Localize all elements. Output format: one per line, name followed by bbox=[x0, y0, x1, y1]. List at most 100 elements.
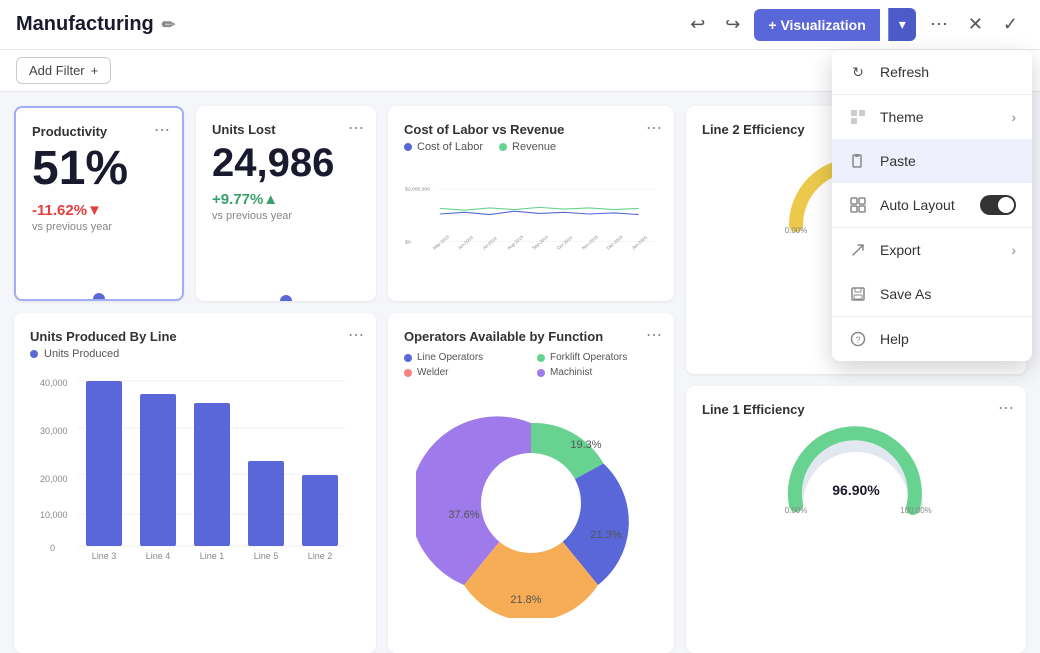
productivity-title: Productivity bbox=[32, 124, 166, 139]
bar-line4 bbox=[140, 394, 176, 546]
legend-line-operators: Line Operators bbox=[404, 352, 525, 363]
svg-text:Jan-2020: Jan-2020 bbox=[631, 235, 649, 251]
svg-text:100.00%: 100.00% bbox=[900, 506, 932, 515]
svg-text:Line 2: Line 2 bbox=[308, 551, 333, 561]
line2-gauge-svg: 49.05% 0.00% 100.00% bbox=[776, 145, 936, 235]
filter-bar: Add Filter + bbox=[0, 50, 1040, 92]
line2-efficiency-card: Line 2 Efficiency ⋯ 49.05% 0.00% 100.00% bbox=[686, 106, 1026, 374]
dashboard: Productivity ⋯ 51% -11.62%▼ vs previous … bbox=[0, 92, 1040, 644]
bar-line2 bbox=[302, 475, 338, 546]
visualization-button[interactable]: + Visualization bbox=[754, 9, 879, 41]
line1-gauge-svg: 96.90% 0.00% 100.00% bbox=[776, 425, 936, 515]
operators-title: Operators Available by Function bbox=[404, 329, 658, 344]
edit-icon[interactable]: ✏ bbox=[162, 15, 175, 35]
line1-efficiency-menu[interactable]: ⋯ bbox=[998, 398, 1014, 418]
header: Manufacturing ✏ ↩ ↪ + Visualization ▾ ⋯ … bbox=[0, 0, 1040, 50]
svg-text:May-2019: May-2019 bbox=[432, 234, 451, 251]
legend-label-revenue: Revenue bbox=[512, 141, 556, 153]
svg-text:Oct-2019: Oct-2019 bbox=[556, 235, 574, 251]
legend-welder-label: Welder bbox=[417, 367, 449, 378]
legend-dot-welder bbox=[404, 369, 412, 377]
svg-text:40,000: 40,000 bbox=[40, 378, 68, 388]
units-produced-card: Units Produced By Line ⋯ Units Produced … bbox=[14, 313, 376, 653]
line1-gauge: 96.90% 0.00% 100.00% bbox=[702, 425, 1010, 515]
units-lost-vs-label: vs previous year bbox=[212, 210, 360, 222]
cost-legend: Cost of Labor Revenue bbox=[404, 141, 658, 153]
svg-text:96.90%: 96.90% bbox=[832, 482, 880, 498]
cost-of-labor-card: Cost of Labor vs Revenue ⋯ Cost of Labor… bbox=[388, 106, 674, 301]
operators-menu[interactable]: ⋯ bbox=[646, 325, 662, 345]
productivity-vs-label: vs previous year bbox=[32, 221, 166, 233]
legend-machinist-label: Machinist bbox=[550, 367, 592, 378]
add-filter-label: Add Filter bbox=[29, 63, 85, 78]
units-lost-value: 24,986 bbox=[212, 141, 360, 185]
line2-gauge: 49.05% 0.00% 100.00% bbox=[702, 145, 1010, 235]
svg-text:Line 1: Line 1 bbox=[200, 551, 225, 561]
svg-text:30,000: 30,000 bbox=[40, 426, 68, 436]
bar-line5 bbox=[248, 461, 284, 546]
undo-button[interactable]: ↩ bbox=[684, 8, 711, 41]
svg-text:Aug-2019: Aug-2019 bbox=[506, 234, 524, 250]
line2-efficiency-menu[interactable]: ⋯ bbox=[998, 118, 1014, 138]
line1-efficiency-card: Line 1 Efficiency ⋯ 96.90% 0.00% 100.00% bbox=[686, 386, 1026, 653]
legend-welder: Welder bbox=[404, 367, 525, 378]
drag-handle-bottom[interactable] bbox=[93, 293, 105, 301]
svg-text:49.05%: 49.05% bbox=[832, 202, 880, 218]
legend-machinist: Machinist bbox=[537, 367, 658, 378]
more-button[interactable]: ⋯ bbox=[924, 8, 954, 41]
legend-line-op-label: Line Operators bbox=[417, 352, 483, 363]
svg-text:$0: $0 bbox=[405, 239, 411, 245]
svg-text:20,000: 20,000 bbox=[40, 474, 68, 484]
legend-dot-cost bbox=[404, 143, 412, 151]
cost-of-labor-title: Cost of Labor vs Revenue bbox=[404, 122, 658, 137]
svg-text:Jun-2019: Jun-2019 bbox=[457, 235, 475, 251]
efficiency-container: Line 2 Efficiency ⋯ 49.05% 0.00% 100.00%… bbox=[686, 106, 1026, 653]
close-button[interactable]: ✕ bbox=[962, 8, 989, 41]
legend-cost: Cost of Labor bbox=[404, 141, 483, 153]
add-filter-icon: + bbox=[91, 63, 99, 78]
svg-text:10,000: 10,000 bbox=[40, 510, 68, 520]
units-produced-title: Units Produced By Line bbox=[30, 329, 360, 344]
add-filter-button[interactable]: Add Filter + bbox=[16, 57, 111, 84]
productivity-card: Productivity ⋯ 51% -11.62%▼ vs previous … bbox=[14, 106, 184, 301]
svg-text:100.00%: 100.00% bbox=[900, 226, 932, 235]
units-produced-menu[interactable]: ⋯ bbox=[348, 325, 364, 345]
svg-text:21.8%: 21.8% bbox=[510, 594, 541, 606]
header-actions: ↩ ↪ + Visualization ▾ ⋯ ✕ ✓ bbox=[684, 8, 1024, 41]
donut-hole bbox=[481, 453, 581, 553]
line2-efficiency-title: Line 2 Efficiency bbox=[702, 122, 1010, 137]
bar-line3 bbox=[86, 381, 122, 546]
title-text: Manufacturing bbox=[16, 13, 154, 36]
svg-text:0: 0 bbox=[50, 543, 55, 553]
units-lost-title: Units Lost bbox=[212, 122, 360, 137]
line1-efficiency-title: Line 1 Efficiency bbox=[702, 402, 1010, 417]
legend-forklift-label: Forklift Operators bbox=[550, 352, 627, 363]
legend-dot-machinist bbox=[537, 369, 545, 377]
legend-label-cost: Cost of Labor bbox=[417, 141, 483, 153]
svg-text:Line 3: Line 3 bbox=[92, 551, 117, 561]
cost-of-labor-chart: $2,000,000 $0 May-2019 Jun-2019 Jul-2019… bbox=[404, 159, 658, 269]
check-button[interactable]: ✓ bbox=[997, 8, 1024, 41]
svg-text:Nov-2019: Nov-2019 bbox=[581, 234, 599, 250]
operators-donut-chart: 19.3% 21.3% 21.8% 37.6% bbox=[416, 388, 646, 618]
svg-text:37.6%: 37.6% bbox=[448, 509, 479, 521]
units-lost-drag-handle[interactable] bbox=[280, 295, 292, 301]
units-lost-menu[interactable]: ⋯ bbox=[348, 118, 364, 138]
productivity-menu[interactable]: ⋯ bbox=[154, 120, 170, 140]
cost-of-labor-menu[interactable]: ⋯ bbox=[646, 118, 662, 138]
page-title: Manufacturing ✏ bbox=[16, 13, 175, 36]
bar-line1 bbox=[194, 403, 230, 546]
svg-text:0.00%: 0.00% bbox=[785, 226, 808, 235]
productivity-value: 51% bbox=[32, 143, 166, 196]
operators-card: Operators Available by Function ⋯ Line O… bbox=[388, 313, 674, 653]
units-produced-chart: 40,000 30,000 20,000 10,000 0 Line 3 Lin… bbox=[30, 366, 360, 561]
units-produced-legend-label: Units Produced bbox=[44, 348, 119, 360]
svg-text:0.00%: 0.00% bbox=[785, 506, 808, 515]
svg-text:Jul-2019: Jul-2019 bbox=[481, 236, 498, 251]
operators-legend: Line Operators Forklift Operators Welder… bbox=[404, 352, 658, 378]
units-lost-card: Units Lost ⋯ 24,986 +9.77%▲ vs previous … bbox=[196, 106, 376, 301]
visualization-chevron[interactable]: ▾ bbox=[888, 8, 916, 41]
svg-text:21.3%: 21.3% bbox=[590, 529, 621, 541]
legend-dot-line-op bbox=[404, 354, 412, 362]
redo-button[interactable]: ↪ bbox=[719, 8, 746, 41]
